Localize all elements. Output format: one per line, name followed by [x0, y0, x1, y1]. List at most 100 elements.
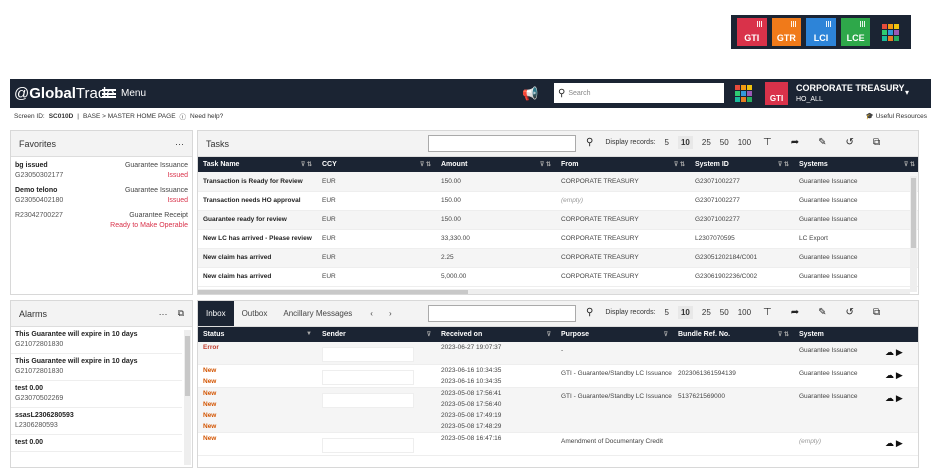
- table-row[interactable]: New claim has arrived EUR 5,000.00 CORPORAT…: [198, 267, 918, 287]
- alarm-item[interactable]: ssasL2306280593 L2306280593: [11, 408, 182, 435]
- menu-button[interactable]: Menu: [102, 88, 146, 99]
- search-input[interactable]: ⚲ Search: [554, 83, 724, 103]
- tab-outbox[interactable]: Outbox: [234, 301, 276, 326]
- org-selector[interactable]: CORPORATE TREASURY HO_ALL: [796, 83, 905, 105]
- filter-sort-icon[interactable]: ⊽ ⇅: [420, 161, 431, 168]
- column-header[interactable]: Bundle Ref. No. ⊽ ⇅: [673, 327, 794, 342]
- module-tile-gtr[interactable]: GTR: [771, 18, 802, 46]
- tabs-prev-icon[interactable]: ‹: [360, 301, 383, 326]
- apps-grid-icon[interactable]: [875, 18, 905, 46]
- page-size-option[interactable]: 25: [702, 308, 711, 317]
- alarm-item[interactable]: This Guarantee will expire in 10 days G21…: [11, 327, 182, 354]
- favorite-item[interactable]: R23042700227 Guarantee Receipt Ready to Ma…: [11, 207, 192, 232]
- history-icon[interactable]: ↺: [846, 307, 854, 318]
- cloud-download-icon[interactable]: ☁: [885, 347, 894, 357]
- edit-icon[interactable]: ✎: [818, 137, 826, 148]
- expand-icon[interactable]: ⧉: [873, 307, 880, 318]
- tab-inbox[interactable]: Inbox: [198, 301, 234, 326]
- scrollbar[interactable]: [910, 176, 917, 292]
- current-module-badge[interactable]: GTI: [765, 82, 788, 105]
- alarm-item[interactable]: test 0.00 G23070502269: [11, 381, 182, 408]
- table-row[interactable]: New claim has arrived EUR 2.25 CORPORATE TR…: [198, 248, 918, 268]
- filter-sort-icon[interactable]: ⊽ ⇅: [674, 161, 685, 168]
- help-icon[interactable]: ⓘ: [180, 111, 187, 121]
- tasks-filter-input[interactable]: [428, 135, 576, 152]
- filter-sort-icon[interactable]: ⊽ ⇅: [904, 161, 915, 168]
- page-size-option[interactable]: 100: [738, 308, 751, 317]
- module-tile-lci[interactable]: LCI: [806, 18, 836, 46]
- history-icon[interactable]: ↺: [846, 137, 854, 148]
- column-header[interactable]: System: [794, 327, 880, 342]
- page-size-option[interactable]: 50: [720, 308, 729, 317]
- breadcrumb[interactable]: BASE > MASTER HOME PAGE: [83, 113, 176, 120]
- horizontal-scrollbar[interactable]: [198, 289, 910, 294]
- app-logo[interactable]: @GlobalTrade: [10, 85, 115, 102]
- tabs-next-icon[interactable]: ›: [383, 301, 398, 326]
- filter-sort-icon[interactable]: ⊽ ⇅: [301, 161, 312, 168]
- page-size-option[interactable]: 5: [665, 138, 669, 147]
- filter-icon[interactable]: ⊽: [547, 331, 551, 338]
- edit-icon[interactable]: ✎: [818, 307, 826, 318]
- table-row[interactable]: New New New New 2023-05-08 17:56:41 2023-05-0…: [198, 387, 918, 433]
- play-circle-icon[interactable]: ▶: [896, 347, 903, 357]
- filter-sort-icon[interactable]: ⊽ ⇅: [778, 331, 789, 338]
- page-size-option[interactable]: 50: [720, 138, 729, 147]
- table-row[interactable]: New New 2023-06-16 10:34:35 2023-06-16 10:3…: [198, 364, 918, 388]
- filter-sort-icon[interactable]: ⊽ ⇅: [778, 161, 789, 168]
- chevron-down-icon[interactable]: ▾: [905, 88, 909, 97]
- cloud-download-icon[interactable]: ☁: [885, 438, 894, 448]
- table-row[interactable]: Transaction is Ready for Review EUR 150.00…: [198, 172, 918, 192]
- column-header[interactable]: From ⊽ ⇅: [556, 157, 690, 172]
- filter-icon[interactable]: ⊽: [664, 331, 668, 338]
- column-header[interactable]: CCY ⊽ ⇅: [317, 157, 436, 172]
- play-circle-icon[interactable]: ▶: [896, 370, 903, 380]
- search-icon[interactable]: ⚲: [586, 307, 593, 318]
- column-header[interactable]: Systems ⊽ ⇅: [794, 157, 918, 172]
- table-row[interactable]: Guarantee ready for review EUR 150.00 CORPO…: [198, 210, 918, 230]
- share-icon[interactable]: ➦: [791, 137, 799, 148]
- more-icon[interactable]: ···: [159, 309, 168, 319]
- scrollbar[interactable]: [184, 330, 191, 465]
- alarm-item[interactable]: test 0.00: [11, 435, 182, 452]
- play-circle-icon[interactable]: ▶: [896, 438, 903, 448]
- search-icon[interactable]: ⚲: [586, 137, 593, 148]
- help-link[interactable]: Need help?: [190, 113, 223, 120]
- filter-icon[interactable]: ▼: [306, 331, 312, 337]
- column-header[interactable]: Purpose ⊽: [556, 327, 673, 342]
- column-header[interactable]: Task Name ⊽ ⇅: [198, 157, 317, 172]
- filter-sort-icon[interactable]: ⊽ ⇅: [540, 161, 551, 168]
- table-row[interactable]: Transaction needs HO approval EUR 150.00 (e…: [198, 191, 918, 211]
- page-size-option[interactable]: 10: [677, 136, 693, 149]
- table-row[interactable]: New 2023-05-08 16:47:16 Amendment of Docum…: [198, 432, 918, 456]
- apps-grid-icon[interactable]: [735, 85, 752, 102]
- expand-icon[interactable]: ⧉: [178, 308, 184, 319]
- cloud-download-icon[interactable]: ☁: [885, 370, 894, 380]
- alarm-item[interactable]: This Guarantee will expire in 10 days G21…: [11, 354, 182, 381]
- column-header[interactable]: Received on ⊽: [436, 327, 556, 342]
- favorite-item[interactable]: bg issued G23050302177 Guarantee Issuance I…: [11, 157, 192, 182]
- useful-resources-link[interactable]: 🎓 Useful Resources: [866, 112, 927, 120]
- module-tile-lce[interactable]: LCE: [840, 18, 871, 46]
- column-header[interactable]: Status ▼: [198, 327, 317, 342]
- pin-icon[interactable]: ⊤: [763, 307, 772, 318]
- column-header[interactable]: Amount ⊽ ⇅: [436, 157, 556, 172]
- megaphone-icon[interactable]: 📢: [522, 86, 538, 102]
- filter-icon[interactable]: ⊽: [427, 331, 431, 338]
- page-size-option[interactable]: 10: [677, 306, 693, 319]
- column-header[interactable]: System ID ⊽ ⇅: [690, 157, 794, 172]
- favorite-item[interactable]: Demo telono G23050402180 Guarantee Issuanc…: [11, 182, 192, 207]
- module-tile-gti[interactable]: GTI: [737, 18, 767, 46]
- inbox-filter-input[interactable]: [428, 305, 576, 322]
- cloud-download-icon[interactable]: ☁: [885, 393, 894, 403]
- expand-icon[interactable]: ⧉: [873, 137, 880, 148]
- page-size-option[interactable]: 25: [702, 138, 711, 147]
- more-icon[interactable]: ···: [175, 139, 184, 149]
- page-size-option[interactable]: 100: [738, 138, 751, 147]
- column-header[interactable]: Sender ⊽: [317, 327, 436, 342]
- play-circle-icon[interactable]: ▶: [896, 393, 903, 403]
- table-row[interactable]: New LC has arrived - Please review EUR 33,…: [198, 229, 918, 249]
- page-size-option[interactable]: 5: [665, 308, 669, 317]
- pin-icon[interactable]: ⊤: [763, 137, 772, 148]
- tab-ancillary[interactable]: Ancillary Messages: [275, 301, 360, 326]
- table-row[interactable]: Error 2023-06-27 19:07:37- Guarantee Issua…: [198, 342, 918, 365]
